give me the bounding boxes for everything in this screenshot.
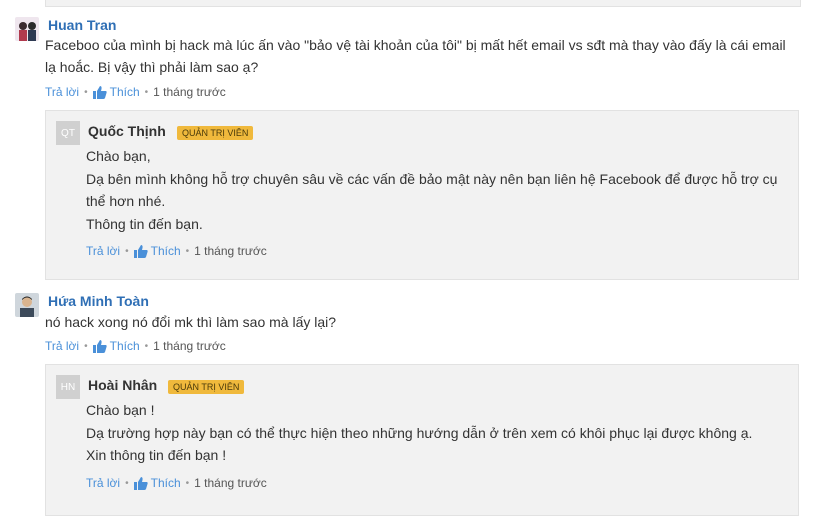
reply-timestamp: 1 tháng trước bbox=[194, 244, 267, 258]
separator-dot: • bbox=[144, 86, 149, 98]
reply-author: Quốc Thịnh bbox=[88, 123, 166, 139]
separator-dot: • bbox=[84, 86, 88, 98]
comment-author[interactable]: Hứa Minh Toàn bbox=[48, 293, 149, 309]
reply-line: Chào bạn, bbox=[86, 148, 151, 164]
reply-line: Xin thông tin đến bạn ! bbox=[86, 447, 227, 463]
comment-line: lạ hoắc. Bị vậy thì phải làm sao ạ? bbox=[45, 59, 259, 75]
reply-author: Hoài Nhân bbox=[88, 377, 158, 393]
separator-dot: • bbox=[84, 340, 88, 352]
comment-timestamp: 1 tháng trước bbox=[153, 85, 226, 99]
comment-line: nó hack xong nó đổi mk thì làm sao mà lấ… bbox=[45, 314, 337, 330]
like-link[interactable]: Thích bbox=[151, 476, 181, 490]
reply-link[interactable]: Trả lời bbox=[45, 85, 79, 99]
admin-badge: QUẢN TRỊ VIÊN bbox=[168, 380, 245, 394]
like-link[interactable]: Thích bbox=[110, 339, 140, 353]
separator-dot: • bbox=[125, 245, 129, 257]
reply-line: Thông tin đến bạn. bbox=[86, 215, 203, 232]
reply-line: Chào bạn ! bbox=[86, 402, 155, 418]
reply-link[interactable]: Trả lời bbox=[86, 244, 120, 258]
user-photo-avatar-icon bbox=[15, 293, 39, 317]
separator-dot: • bbox=[185, 477, 190, 489]
reply-text: Chào bạn ! Dạ trường hợp này bạn có thể … bbox=[86, 399, 786, 467]
user-photo-avatar-icon bbox=[15, 17, 39, 41]
reply-link[interactable]: Trả lời bbox=[45, 339, 79, 353]
reply-line: thể hơn nhé. bbox=[86, 193, 166, 209]
previous-reply-box-edge bbox=[45, 0, 801, 7]
thumbs-up-icon[interactable] bbox=[92, 339, 107, 353]
comment-text: nó hack xong nó đổi mk thì làm sao mà lấ… bbox=[45, 311, 795, 333]
separator-dot: • bbox=[185, 245, 190, 257]
separator-dot: • bbox=[125, 477, 129, 489]
like-link[interactable]: Thích bbox=[151, 244, 181, 258]
user-avatar[interactable] bbox=[15, 17, 39, 41]
comment-text: Faceboo của mình bị hack mà lúc ấn vào "… bbox=[45, 34, 795, 78]
reply-avatar: HN bbox=[56, 375, 80, 399]
reply-text: Chào bạn, Dạ bên mình không hỗ trợ chuyê… bbox=[86, 145, 786, 235]
user-avatar[interactable] bbox=[15, 293, 39, 317]
comment-author[interactable]: Huan Tran bbox=[48, 17, 116, 33]
thumbs-up-icon[interactable] bbox=[133, 244, 148, 258]
separator-dot: • bbox=[144, 340, 149, 352]
reply-line: Dạ bên mình không hỗ trợ chuyên sâu về c… bbox=[86, 170, 778, 187]
thumbs-up-icon[interactable] bbox=[92, 85, 107, 99]
admin-badge: QUẢN TRỊ VIÊN bbox=[177, 126, 254, 140]
reply-actions: Trả lời • Thích • 1 tháng trước bbox=[86, 244, 267, 258]
admin-reply-box: HN Hoài Nhân QUẢN TRỊ VIÊN Chào bạn ! Dạ… bbox=[45, 364, 799, 516]
reply-actions: Trả lời • Thích • 1 tháng trước bbox=[86, 476, 267, 490]
reply-avatar: QT bbox=[56, 121, 80, 145]
thumbs-up-icon[interactable] bbox=[133, 476, 148, 490]
comment-actions: Trả lời • Thích • 1 tháng trước bbox=[45, 339, 226, 353]
like-link[interactable]: Thích bbox=[110, 85, 140, 99]
admin-reply-box: QT Quốc Thịnh QUẢN TRỊ VIÊN Chào bạn, Dạ… bbox=[45, 110, 799, 280]
reply-line: Dạ trường hợp này bạn có thể thực hiện t… bbox=[86, 424, 753, 441]
comment-line: Faceboo của mình bị hack mà lúc ấn vào "… bbox=[45, 37, 786, 53]
comment-actions: Trả lời • Thích • 1 tháng trước bbox=[45, 85, 226, 99]
reply-timestamp: 1 tháng trước bbox=[194, 476, 267, 490]
comment-timestamp: 1 tháng trước bbox=[153, 339, 226, 353]
reply-link[interactable]: Trả lời bbox=[86, 476, 120, 490]
